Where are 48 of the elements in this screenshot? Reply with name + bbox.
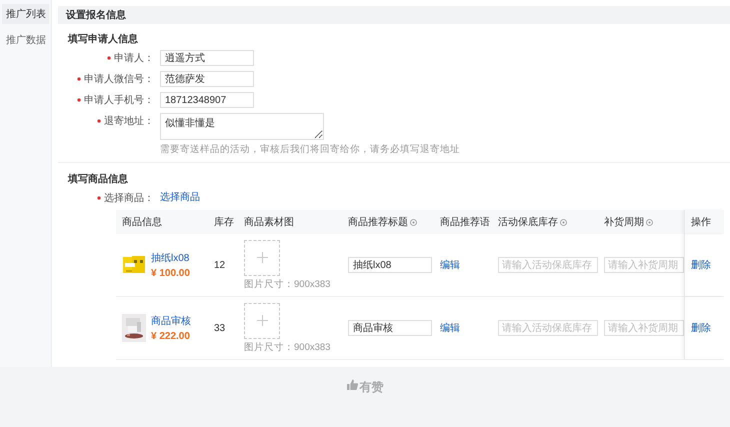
- stock-value: 33: [214, 322, 226, 334]
- column-header: 库存: [214, 216, 234, 229]
- input-field[interactable]: 请输入活动保底库存: [498, 320, 598, 336]
- column-header: 活动保底库存: [498, 216, 558, 229]
- image-upload[interactable]: [244, 302, 280, 338]
- column-header: 商品素材图: [244, 216, 294, 229]
- sidebar-item[interactable]: 推广列表: [2, 4, 49, 24]
- product-price: ¥ 100.00: [151, 268, 190, 279]
- hint-text: 需要寄送样品的活动，审核后我们将回寄给你，请务必填写退寄地址: [160, 143, 460, 156]
- field-label: 申请人：: [114, 52, 154, 65]
- thumbs-up-icon: [346, 379, 358, 390]
- column-header: 商品推荐语: [440, 216, 490, 229]
- input-field[interactable]: 请输入补货周期: [604, 257, 684, 273]
- page-title: 设置报名信息: [66, 8, 126, 22]
- input-field[interactable]: 抽纸lx08: [348, 257, 432, 273]
- input-field[interactable]: 18712348907: [160, 92, 254, 108]
- address-field[interactable]: 似懂非懂是: [160, 113, 324, 140]
- brand-name: 有赞: [360, 379, 384, 395]
- section-title: 填写申请人信息: [68, 32, 138, 46]
- input-field[interactable]: 范德萨发: [160, 71, 254, 87]
- edit-link[interactable]: 编辑: [440, 258, 460, 272]
- column-header: 补货周期: [604, 216, 644, 229]
- input-field[interactable]: 请输入补货周期: [604, 320, 684, 336]
- sidebar-item[interactable]: 推广数据: [2, 30, 49, 50]
- image-size-hint: 图片尺寸：900x383: [244, 278, 330, 290]
- field-label: 选择商品：: [104, 192, 154, 205]
- column-header: 商品推荐标题: [348, 216, 408, 229]
- column-header: 操作: [691, 216, 711, 229]
- image-size-hint: 图片尺寸：900x383: [244, 340, 330, 354]
- stock-value: 12: [214, 260, 226, 270]
- plus-icon: [256, 252, 268, 263]
- input-field[interactable]: 商品审核: [348, 320, 432, 336]
- plus-icon: [256, 315, 268, 326]
- delete-link[interactable]: 删除: [691, 321, 711, 335]
- select-goods-link[interactable]: 选择商品: [160, 190, 200, 206]
- field-label: 退寄地址：: [104, 114, 154, 128]
- input-field[interactable]: 请输入活动保底库存: [498, 257, 598, 273]
- product-price: ¥ 222.00: [151, 331, 191, 342]
- column-header: 商品信息: [122, 216, 162, 229]
- field-label: 申请人手机号：: [84, 94, 154, 107]
- input-field[interactable]: 逍遥方式: [160, 50, 254, 66]
- section-title: 填写商品信息: [68, 172, 128, 186]
- field-label: 申请人微信号：: [84, 72, 154, 86]
- edit-link[interactable]: 编辑: [440, 321, 460, 335]
- delete-link[interactable]: 删除: [691, 258, 711, 272]
- image-upload[interactable]: [244, 240, 280, 276]
- product-name-link[interactable]: 商品审核: [151, 314, 191, 328]
- product-name-link[interactable]: 抽纸lx08: [151, 251, 190, 265]
